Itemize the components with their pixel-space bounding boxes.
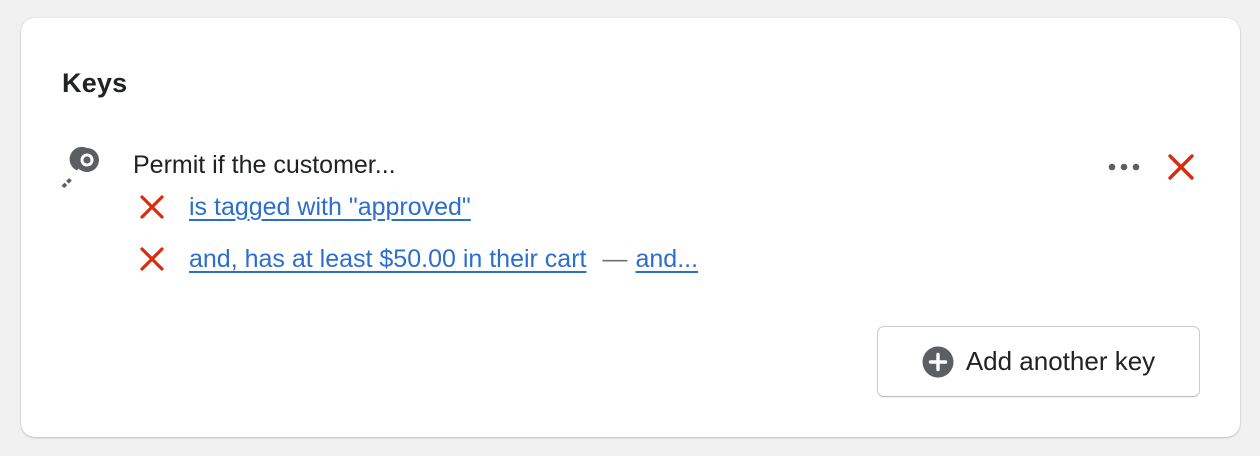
remove-key-icon[interactable]	[1166, 152, 1196, 182]
condition-row: is tagged with "approved"	[139, 190, 471, 224]
condition-separator: —	[602, 244, 628, 273]
condition-row: and, has at least $50.00 in their cart —…	[139, 242, 698, 276]
and-more-link[interactable]: and...	[635, 245, 698, 274]
more-actions-icon[interactable]	[1106, 152, 1142, 182]
card-title: Keys	[62, 68, 128, 98]
add-another-key-label: Add another key	[965, 346, 1156, 376]
remove-condition-icon[interactable]	[139, 194, 165, 220]
rule-heading: Permit if the customer...	[133, 151, 396, 179]
condition-link[interactable]: and, has at least $50.00 in their cart	[189, 245, 586, 274]
plus-circle-icon	[922, 346, 954, 378]
add-another-key-button[interactable]: Add another key	[877, 326, 1200, 397]
condition-link[interactable]: is tagged with "approved"	[189, 193, 471, 222]
keys-card: Keys Permit if the customer... is tagged…	[21, 18, 1240, 437]
remove-condition-icon[interactable]	[139, 246, 165, 272]
key-icon	[61, 146, 101, 189]
